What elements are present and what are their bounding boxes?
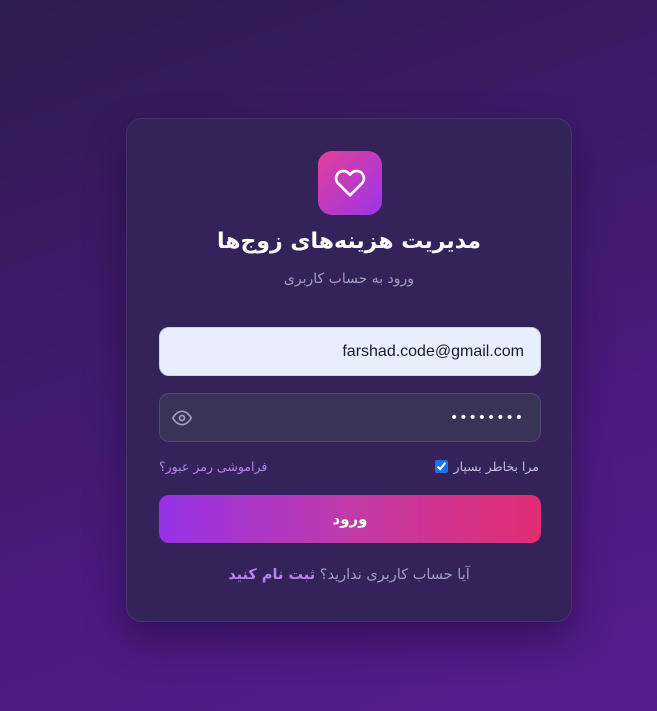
remember-me[interactable]: مرا بخاطر بسپار — [434, 459, 539, 474]
forgot-password-link[interactable]: فراموشی رمز عبور؟ — [159, 459, 267, 474]
email-field — [159, 327, 541, 376]
signup-prompt-text: آیا حساب کاربری ندارید؟ — [319, 567, 470, 583]
password-field — [159, 393, 541, 442]
heart-icon — [334, 169, 366, 197]
remember-me-checkbox[interactable] — [434, 460, 448, 473]
password-input[interactable] — [208, 394, 540, 441]
signup-prompt: آیا حساب کاربری ندارید؟ ثبت نام کنید — [127, 567, 571, 583]
signup-link[interactable]: ثبت نام کنید — [228, 567, 315, 583]
login-button[interactable]: ورود — [159, 495, 541, 543]
page-subtitle: ورود به حساب کاربری — [283, 271, 415, 287]
remember-me-label: مرا بخاطر بسپار — [453, 459, 539, 474]
show-password-eye-icon[interactable] — [172, 408, 192, 428]
page-title: مدیریت هزینه‌های زوج‌ها — [216, 229, 482, 254]
app-logo — [318, 151, 382, 215]
login-card: مدیریت هزینه‌های زوج‌ها ورود به حساب کار… — [126, 118, 572, 622]
email-input[interactable] — [160, 328, 540, 375]
